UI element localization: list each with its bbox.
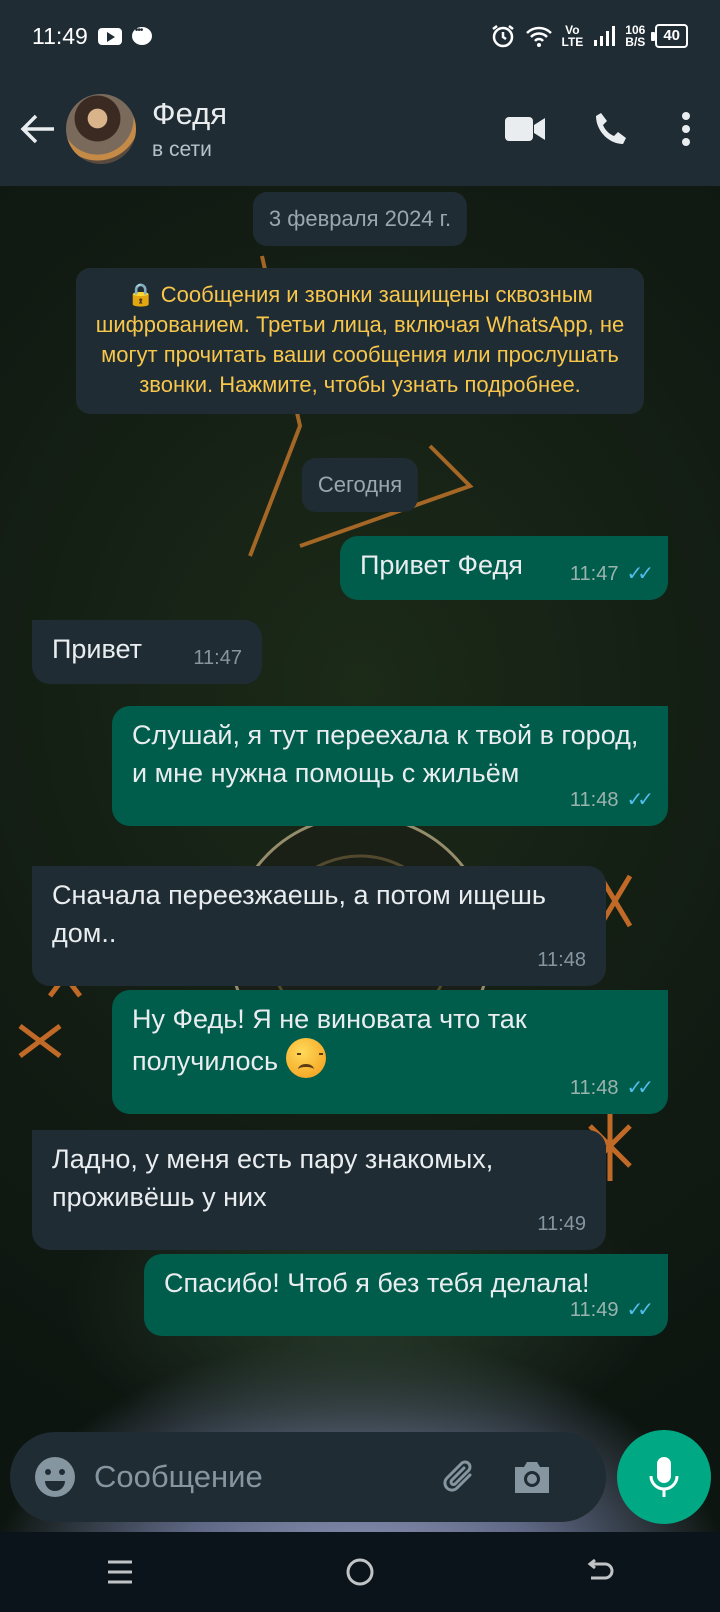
read-ticks-icon: ✓✓ xyxy=(626,1299,653,1321)
signal-icon xyxy=(593,25,616,47)
today-separator: Сегодня xyxy=(301,458,419,512)
message-outgoing[interactable]: Ну Федь! Я не виновата что так получилос… xyxy=(112,990,668,1114)
message-meta: 11:49 xyxy=(66,1210,586,1238)
message-outgoing[interactable]: Слушай, я тут переехала к твой в город, … xyxy=(112,706,668,826)
status-time: 11:49 xyxy=(32,22,88,49)
back-arrow-icon[interactable] xyxy=(10,99,66,159)
status-bar: 11:49 Vo LTE 106 B/S 40 xyxy=(0,0,720,72)
video-call-icon[interactable] xyxy=(494,99,556,159)
camera-icon[interactable] xyxy=(504,1449,560,1505)
message-incoming[interactable]: Ладно, у меня есть пару знакомых, прожив… xyxy=(32,1130,606,1250)
encryption-notice[interactable]: 🔒 Сообщения и звонки защищены сквозным ш… xyxy=(76,268,644,414)
back-nav-icon[interactable] xyxy=(560,1542,640,1602)
message-time: 11:48 xyxy=(569,1077,619,1099)
message-meta: 11:48 ✓✓ xyxy=(146,1074,654,1102)
message-input[interactable] xyxy=(94,1459,414,1495)
system-nav-bar xyxy=(0,1532,720,1612)
wifi-icon xyxy=(525,25,552,47)
read-ticks-icon: ✓✓ xyxy=(626,789,653,811)
message-text: Сначала переезжаешь, а потом ищешь дом.. xyxy=(52,880,546,948)
chat-messages[interactable]: 3 февраля 2024 г. 🔒 Сообщения и звонки з… xyxy=(0,186,720,1532)
message-text: Спасибо! Чтоб я без тебя делала! xyxy=(164,1268,590,1298)
home-icon[interactable] xyxy=(320,1542,400,1602)
battery-icon: 40 xyxy=(651,24,688,48)
message-text: Ну Федь! Я не виновата что так получилос… xyxy=(132,1004,527,1076)
network-type: Vo LTE xyxy=(561,23,584,49)
sad-face-emoji-icon xyxy=(285,1038,326,1078)
message-outgoing[interactable]: Спасибо! Чтоб я без тебя делала! 11:49 ✓… xyxy=(144,1254,668,1336)
message-text: Ладно, у меня есть пару знакомых, прожив… xyxy=(52,1144,494,1212)
message-time: 11:49 xyxy=(537,1213,586,1235)
read-ticks-icon: ✓✓ xyxy=(626,563,653,585)
contact-info[interactable]: Федя в сети xyxy=(152,96,227,162)
read-ticks-icon: ✓✓ xyxy=(626,1077,653,1099)
alarm-icon xyxy=(490,23,516,49)
mic-icon xyxy=(649,1457,679,1497)
message-meta: 11:48 ✓✓ xyxy=(146,786,654,814)
message-meta: 11:47 ✓✓ xyxy=(569,560,654,588)
date-separator: 3 февраля 2024 г. xyxy=(252,192,468,246)
network-speed: 106 B/S xyxy=(625,23,646,49)
contact-name: Федя xyxy=(152,96,228,131)
more-options-icon[interactable] xyxy=(666,99,706,159)
message-text: Привет Федя xyxy=(360,550,523,580)
voice-call-icon[interactable] xyxy=(580,99,642,159)
chat-notification-icon xyxy=(131,25,152,45)
message-composer xyxy=(10,1432,606,1522)
chat-header: Федя в сети xyxy=(0,72,720,186)
emoji-icon[interactable] xyxy=(32,1454,78,1500)
message-meta: 11:49 ✓✓ xyxy=(178,1296,654,1324)
avatar[interactable] xyxy=(66,94,136,164)
message-meta: 11:47 xyxy=(193,644,242,672)
message-meta: 11:48 xyxy=(66,946,586,974)
message-time: 11:48 xyxy=(537,949,586,971)
message-incoming[interactable]: Привет 11:47 xyxy=(32,620,262,684)
contact-status: в сети xyxy=(152,138,212,161)
message-time: 11:48 xyxy=(569,789,619,811)
message-incoming[interactable]: Сначала переезжаешь, а потом ищешь дом..… xyxy=(32,866,606,986)
message-text: Привет xyxy=(52,634,143,664)
attach-icon[interactable] xyxy=(432,1449,488,1505)
message-time: 11:47 xyxy=(193,647,242,669)
mic-button[interactable] xyxy=(617,1430,711,1524)
message-text: Слушай, я тут переехала к твой в город, … xyxy=(132,720,639,788)
youtube-notification-icon xyxy=(97,27,122,45)
message-time: 11:49 xyxy=(569,1299,619,1321)
message-time: 11:47 xyxy=(569,563,619,585)
recent-apps-icon[interactable] xyxy=(80,1542,160,1602)
message-outgoing[interactable]: Привет Федя 11:47 ✓✓ xyxy=(340,536,668,600)
